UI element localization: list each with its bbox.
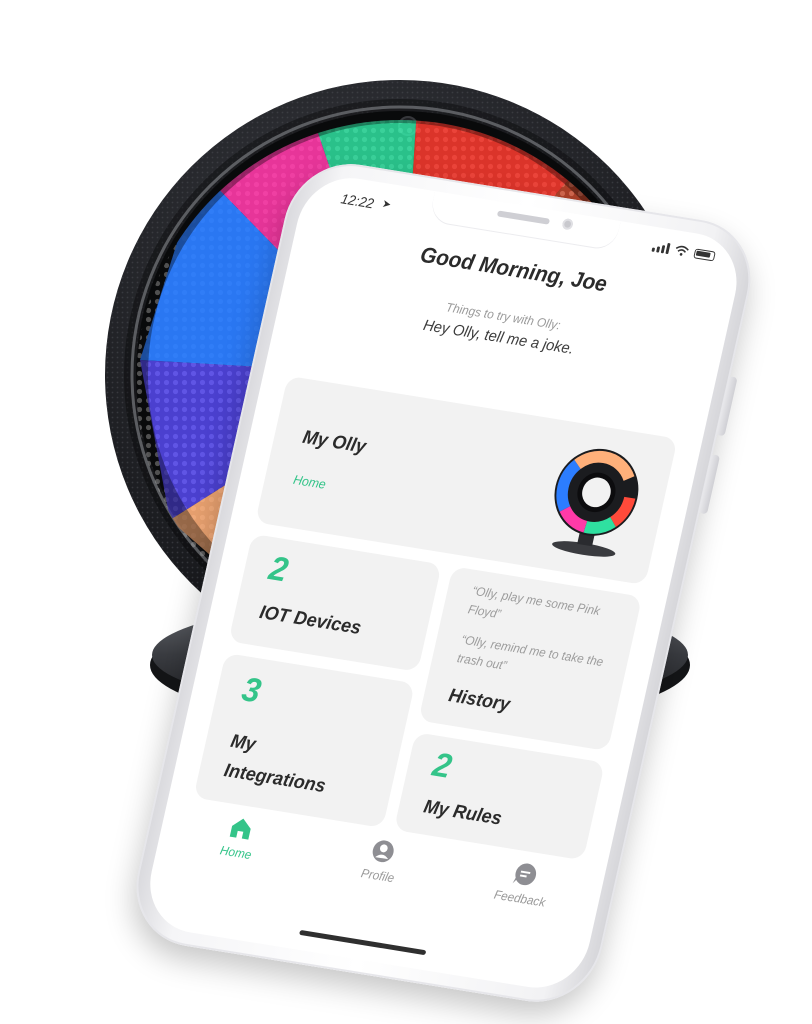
integrations-label-line-1: My — [228, 730, 258, 756]
cellular-signal-icon — [651, 241, 671, 255]
rules-label: My Rules — [421, 796, 504, 830]
my-rules-card[interactable]: 2 My Rules — [393, 732, 605, 861]
my-olly-location: Home — [291, 471, 328, 492]
olly-device-thumbnail — [552, 448, 639, 557]
my-integrations-card[interactable]: 3 My Integrations — [193, 652, 416, 828]
tab-profile-label: Profile — [359, 866, 396, 886]
front-camera — [561, 218, 574, 231]
tab-home-label: Home — [218, 843, 253, 863]
my-olly-title: My Olly — [300, 427, 368, 458]
tab-home[interactable]: Home — [192, 809, 285, 866]
earpiece — [496, 210, 551, 225]
home-icon — [229, 818, 251, 840]
history-label: History — [446, 685, 512, 716]
status-icons — [651, 241, 716, 262]
iot-devices-count: 2 — [265, 549, 292, 590]
profile-icon — [372, 840, 394, 863]
integrations-count: 3 — [238, 670, 265, 711]
rules-count: 2 — [429, 745, 456, 786]
location-arrow-icon: ➤ — [380, 198, 393, 212]
battery-icon — [693, 247, 716, 261]
feedback-icon — [512, 863, 537, 886]
tab-profile[interactable]: Profile — [334, 832, 427, 889]
history-card[interactable]: “Olly, play me some Pink Floyd” “Olly, r… — [418, 566, 643, 752]
greeting-title: Good Morning, Joe — [418, 241, 610, 297]
integrations-label-line-2: Integrations — [222, 760, 328, 798]
iot-devices-card[interactable]: 2 IOT Devices — [228, 533, 442, 672]
home-indicator[interactable] — [299, 929, 427, 956]
tab-feedback-label: Feedback — [492, 887, 547, 910]
iot-devices-label: IOT Devices — [257, 602, 364, 639]
tab-feedback[interactable]: Feedback — [476, 855, 569, 912]
wifi-icon — [675, 245, 689, 256]
status-time: 12:22 — [339, 190, 376, 212]
history-quote: “Olly, remind me to take the trash out” — [455, 632, 605, 673]
history-quote: “Olly, play me some Pink Floyd” — [466, 583, 602, 622]
